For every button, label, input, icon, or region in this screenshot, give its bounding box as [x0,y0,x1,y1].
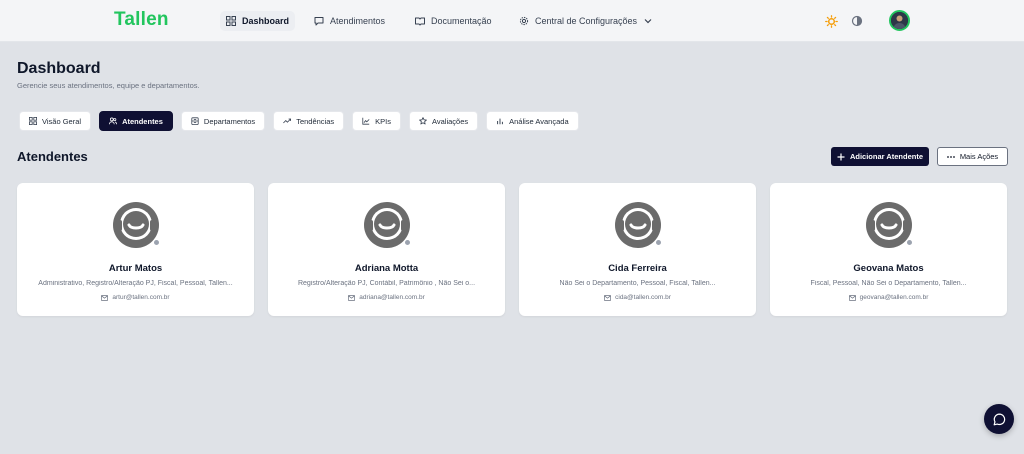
attendant-email-text: cida@tallen.com.br [615,294,671,301]
attendant-email: adriana@tallen.com.br [268,294,505,301]
attendant-card[interactable]: Geovana Matos Fiscal, Pessoal, Não Sei o… [770,183,1007,316]
attendant-name: Cida Ferreira [608,263,667,274]
tab-label: Departamentos [203,116,256,126]
logo[interactable]: Tallen [114,9,169,31]
sun-icon[interactable] [822,12,840,30]
status-dot [655,239,662,246]
mail-icon [348,294,356,301]
tab-departamentos[interactable]: Departamentos [180,111,266,131]
mail-icon [848,294,856,301]
add-attendant-label: Adicionar Atendente [849,152,924,161]
tab-label: Avaliações [431,116,469,126]
nav-documentacao[interactable]: Documentação [409,11,498,31]
bar-chart-icon [497,118,504,125]
attendant-email: artur@tallen.com.br [17,294,254,301]
message-square-icon [314,17,324,26]
tab-analise-avancada[interactable]: Análise Avançada [486,111,579,131]
plus-icon [837,153,845,160]
attendant-email: geovana@tallen.com.br [770,294,1007,301]
nav-documentacao-label: Documentação [431,16,492,26]
gear-icon [519,16,529,26]
more-actions-button[interactable]: Mais Ações [937,147,1008,166]
tab-label: Atendentes [122,116,163,126]
contrast-icon[interactable] [848,12,866,30]
attendant-email: cida@tallen.com.br [519,294,756,301]
nav-config-label: Central de Configurações [535,16,638,26]
more-actions-label: Mais Ações [959,152,999,161]
line-chart-icon [362,117,370,125]
status-dot [153,239,160,246]
attendant-name: Adriana Motta [354,263,419,274]
building-icon [191,117,199,125]
nav-central-configuracoes[interactable]: Central de Configurações [513,11,659,31]
trending-up-icon [283,118,292,124]
tab-atendentes[interactable]: Atendentes [99,111,173,131]
more-horizontal-icon [946,155,955,158]
nav-dashboard-label: Dashboard [242,16,290,26]
mail-icon [101,294,109,301]
attendant-card[interactable]: Adriana Motta Registro/Alteração PJ, Con… [268,183,505,316]
attendant-name: Artur Matos [108,263,163,274]
add-attendant-button[interactable]: Adicionar Atendente [831,147,929,166]
book-open-icon [415,17,425,26]
tab-label: KPIs [375,116,391,126]
status-dot [404,239,411,246]
chat-fab-button[interactable] [984,404,1014,434]
page-title: Dashboard [17,60,101,77]
star-icon [419,117,427,125]
status-dot [906,239,913,246]
tab-kpis[interactable]: KPIs [352,111,401,131]
tab-label: Análise Avançada [509,116,569,126]
attendant-departments: Fiscal, Pessoal, Não Sei o Departamento,… [810,280,967,287]
attendant-departments: Registro/Alteração PJ, Contábil, Patrimô… [297,280,476,287]
tab-label: Tendências [296,116,335,126]
top-navbar: Tallen Dashboard Atendimentos Documentaç… [0,0,1024,42]
attendant-name: Geovana Matos [853,263,924,274]
attendant-card[interactable]: Artur Matos Administrativo, Registro/Alt… [17,183,254,316]
attendant-departments: Administrativo, Registro/Alteração PJ, F… [38,280,233,287]
nav-atendimentos-label: Atendimentos [330,16,386,26]
users-icon [109,117,118,125]
nav-dashboard[interactable]: Dashboard [220,11,296,31]
attendant-email-text: adriana@tallen.com.br [359,294,425,301]
tab-tendencias[interactable]: Tendências [273,111,345,131]
nav-atendimentos[interactable]: Atendimentos [308,11,391,31]
section-title: Atendentes [17,149,88,164]
tab-avaliacoes[interactable]: Avaliações [408,111,479,131]
mail-icon [604,294,612,301]
tab-label: Visão Geral [42,116,82,126]
tab-visao-geral[interactable]: Visão Geral [19,111,92,131]
attendant-email-text: geovana@tallen.com.br [859,294,929,301]
chevron-down-icon [644,19,652,24]
attendant-card[interactable]: Cida Ferreira Não Sei o Departamento, Pe… [519,183,756,316]
attendant-email-text: artur@tallen.com.br [112,294,170,301]
attendant-departments: Não Sei o Departamento, Pessoal, Fiscal,… [559,280,716,287]
grid-icon [29,117,37,125]
grid-icon [226,16,236,26]
chat-bubble-icon [993,413,1005,425]
page-subtitle: Gerencie seus atendimentos, equipe e dep… [17,81,200,90]
user-avatar[interactable] [889,10,910,31]
dashboard-tabs: Visão Geral Atendentes Departamentos Ten… [19,111,579,131]
